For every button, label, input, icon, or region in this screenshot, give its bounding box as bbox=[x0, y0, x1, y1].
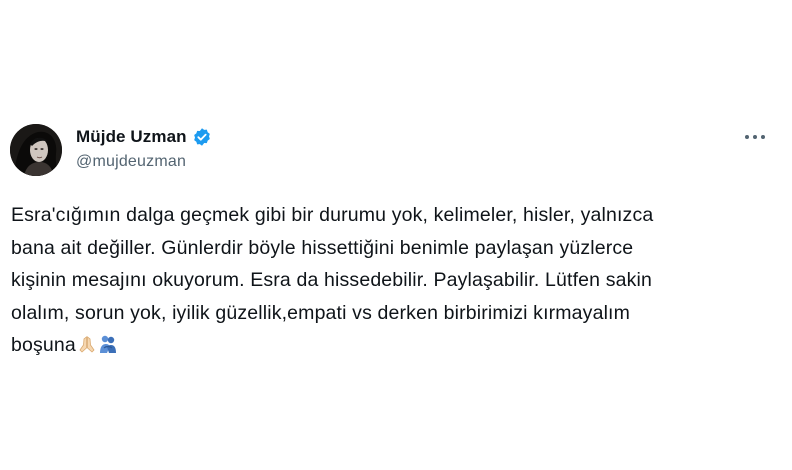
more-dot-icon bbox=[745, 135, 749, 139]
more-dot-icon bbox=[761, 135, 765, 139]
tweet-text-line: olalım, sorun yok, iyilik güzellik,empat… bbox=[11, 301, 631, 324]
tweet-text-line: boşuna bbox=[11, 334, 76, 357]
tweet-text-line: bana ait değiller. Günlerdir böyle hisse… bbox=[11, 236, 634, 259]
tweet-text-line: kişinin mesajını okuyorum. Esra da hisse… bbox=[11, 269, 652, 292]
more-options-button[interactable] bbox=[740, 126, 770, 148]
tweet-card: Müjde Uzman @mujdeuzman Esra'cığımın dal… bbox=[0, 0, 792, 470]
profile-photo-icon bbox=[10, 124, 62, 176]
tweet-text: Esra'cığımın dalga geçmek gibi bir durum… bbox=[11, 199, 771, 362]
people-hugging-icon bbox=[98, 332, 118, 354]
verified-badge-icon bbox=[192, 127, 212, 147]
folded-hands-icon bbox=[77, 332, 97, 353]
author-name-row: Müjde Uzman bbox=[76, 127, 212, 147]
tweet-text-line: Esra'cığımın dalga geçmek gibi bir durum… bbox=[11, 204, 654, 226]
author-display-name[interactable]: Müjde Uzman bbox=[76, 127, 187, 147]
more-dot-icon bbox=[753, 135, 757, 139]
avatar[interactable] bbox=[10, 124, 62, 176]
tweet-text-last-line: boşuna bbox=[11, 329, 771, 362]
author-handle[interactable]: @mujdeuzman bbox=[76, 153, 186, 171]
